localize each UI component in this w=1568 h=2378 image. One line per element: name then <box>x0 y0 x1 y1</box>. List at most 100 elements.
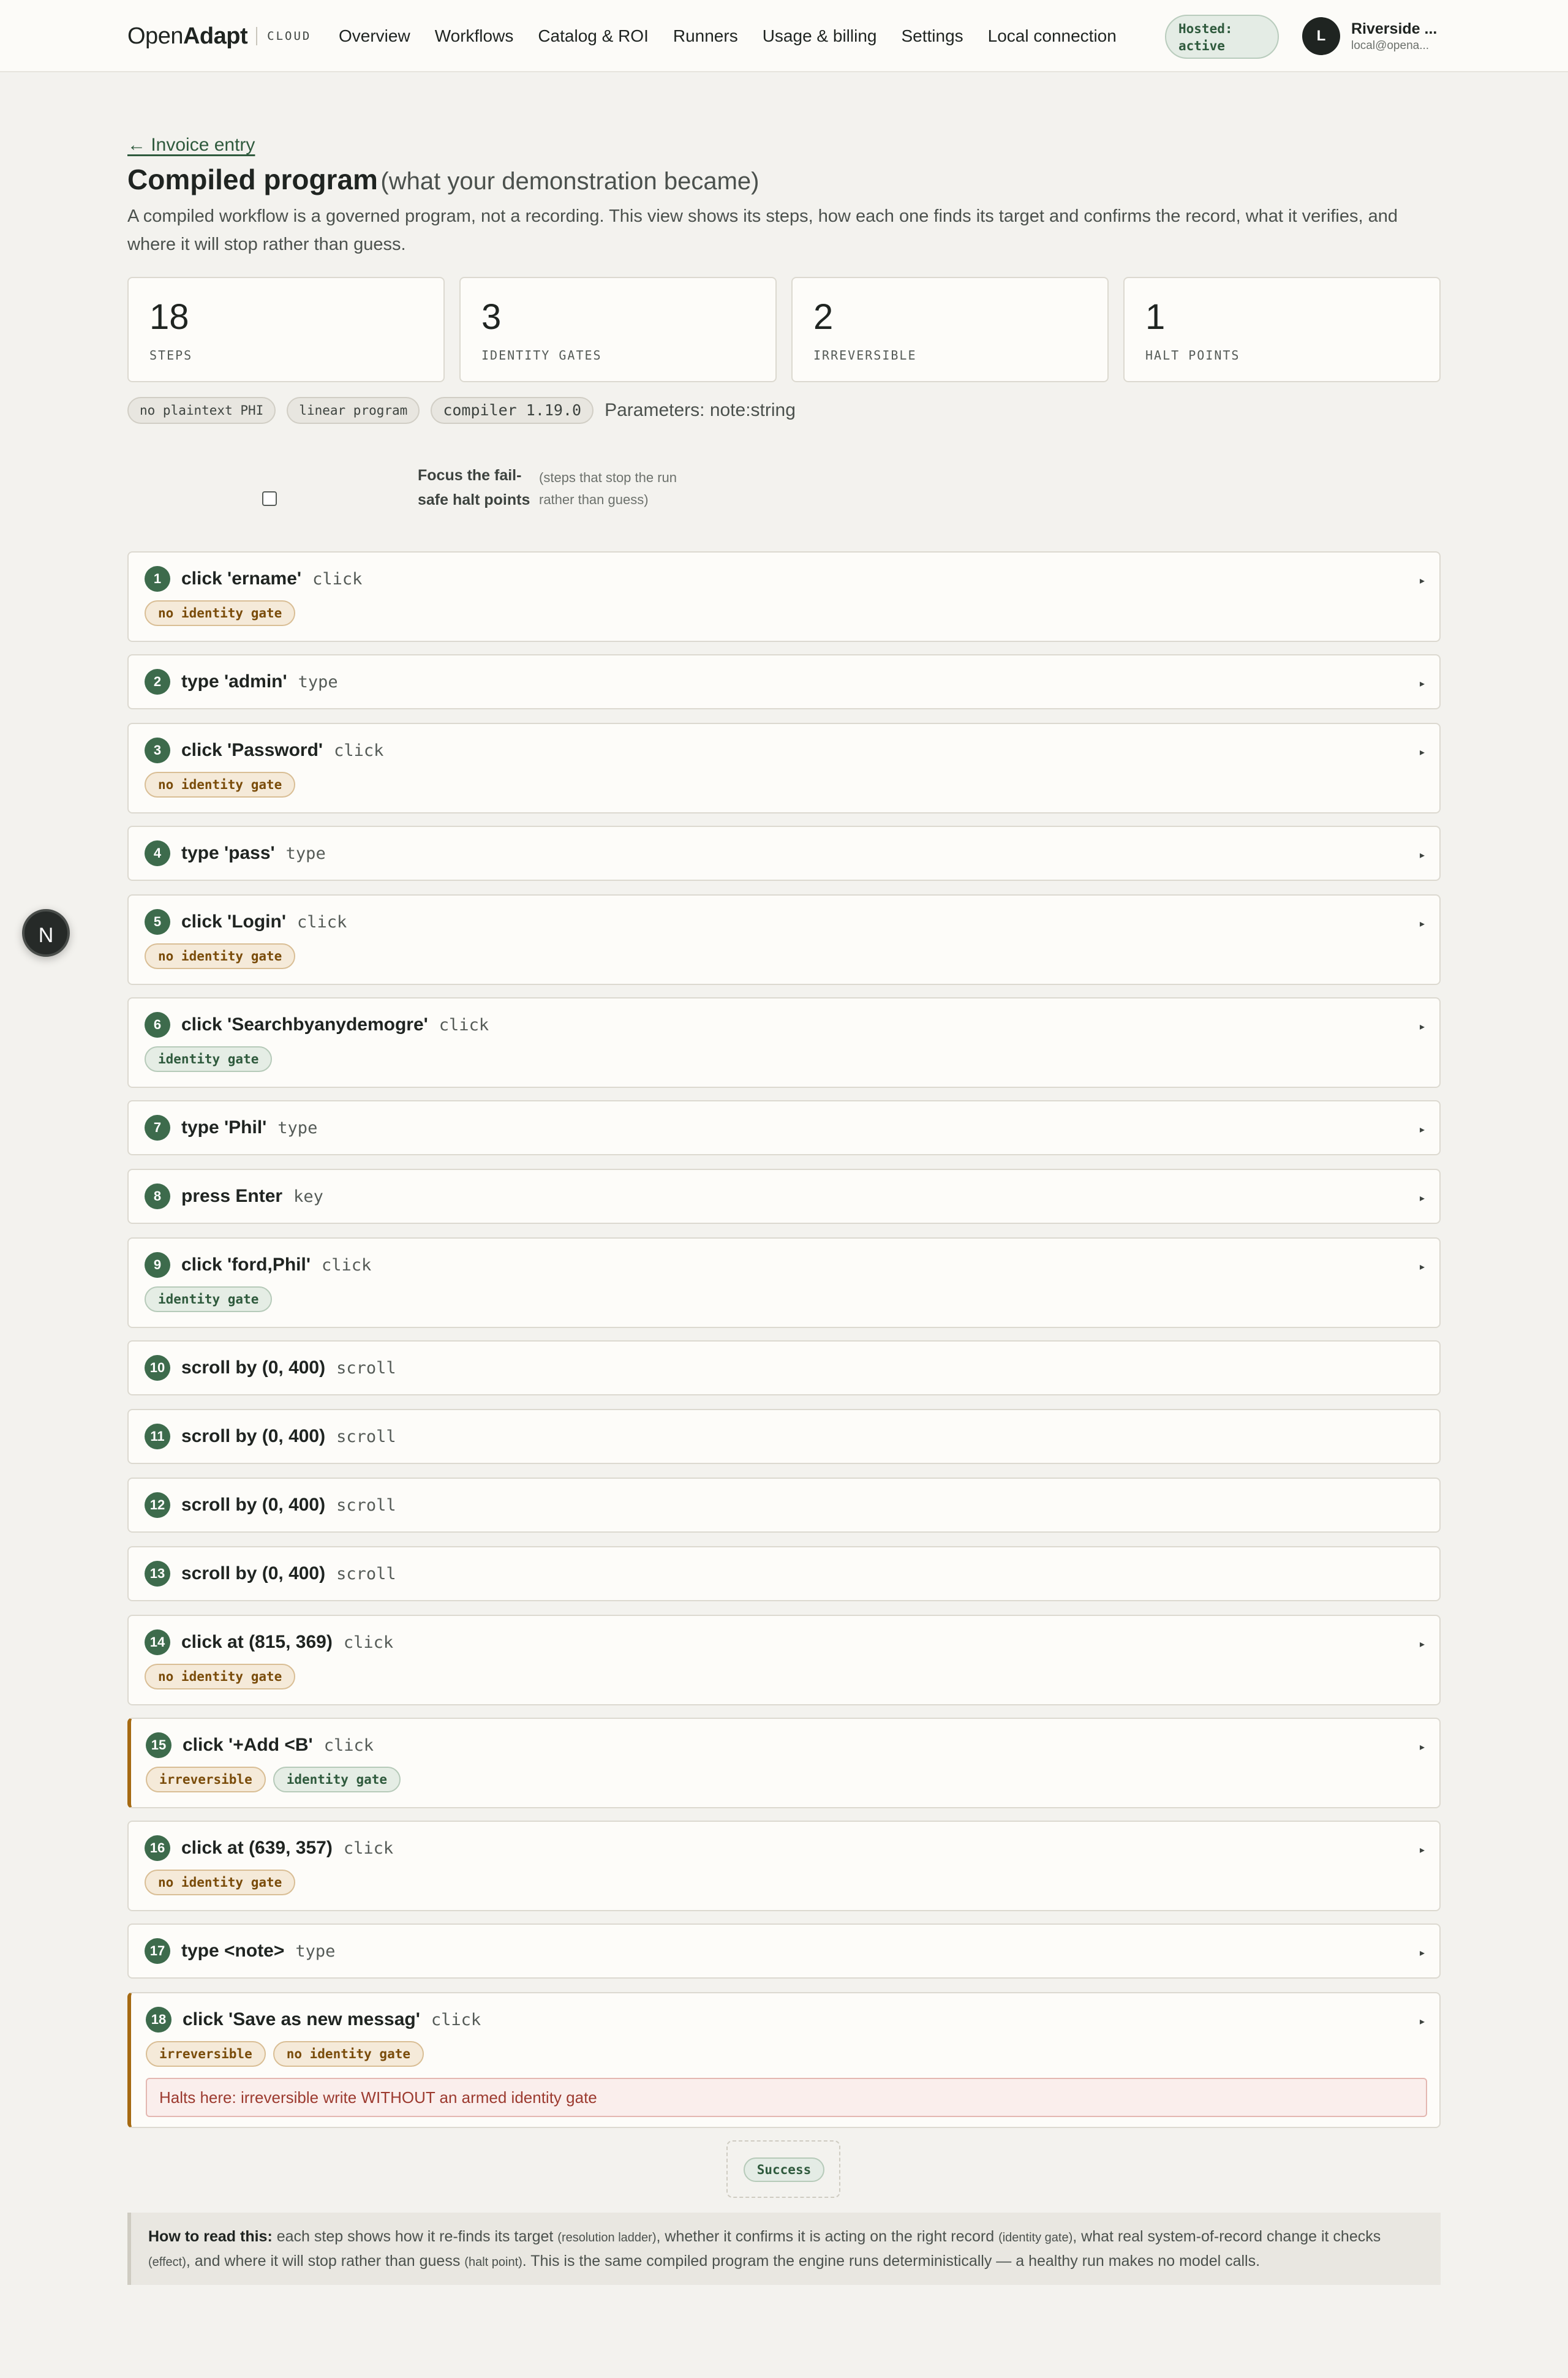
step-card-13[interactable]: 13 scroll by (0, 400) scroll <box>127 1546 1441 1601</box>
how-term: (identity gate) <box>998 2231 1073 2244</box>
expand-chevron-icon[interactable]: ▸ <box>1420 849 1425 861</box>
stat-label: IDENTITY GATES <box>481 348 602 363</box>
expand-chevron-icon[interactable]: ▸ <box>1420 2015 1425 2028</box>
step-card-11[interactable]: 11 scroll by (0, 400) scroll <box>127 1409 1441 1464</box>
nav-catalog-roi[interactable]: Catalog & ROI <box>538 25 649 48</box>
expand-chevron-icon[interactable]: ▸ <box>1420 1638 1425 1650</box>
step-card-18[interactable]: 18 click 'Save as new messag' click ▸ irreve… <box>127 1992 1441 2128</box>
step-header: 11 scroll by (0, 400) scroll <box>145 1424 396 1449</box>
expand-chevron-icon[interactable]: ▸ <box>1420 1844 1425 1856</box>
expand-chevron-icon[interactable]: ▸ <box>1420 575 1425 587</box>
main-nav: Overview Workflows Catalog & ROI Runners… <box>339 25 1141 48</box>
expand-chevron-icon[interactable]: ▸ <box>1420 678 1425 690</box>
step-card-1[interactable]: 1 click 'ername' click ▸ no identity gate <box>127 551 1441 642</box>
step-header: 7 type 'Phil' type <box>145 1115 317 1141</box>
user-name[interactable]: Riverside ... <box>1351 20 1437 38</box>
step-header: 5 click 'Login' click <box>145 909 347 935</box>
step-kind: type <box>285 844 326 863</box>
step-card-6[interactable]: 6 click 'Searchbyanydemogre' click ▸ identit… <box>127 997 1441 1088</box>
step-card-5[interactable]: 5 click 'Login' click ▸ no identity gate <box>127 894 1441 985</box>
step-kind: key <box>293 1187 323 1206</box>
step-card-12[interactable]: 12 scroll by (0, 400) scroll <box>127 1478 1441 1533</box>
how-term: (effect) <box>148 2255 186 2269</box>
halt-warning: Halts here: irreversible write WITHOUT a… <box>146 2078 1427 2117</box>
step-number: 8 <box>145 1183 170 1209</box>
step-number: 1 <box>145 566 170 592</box>
step-kind: type <box>298 672 338 692</box>
step-card-3[interactable]: 3 click 'Password' click ▸ no identity gate <box>127 723 1441 813</box>
no-identity-gate-tag: no identity gate <box>145 1870 296 1895</box>
irreversible-tag: irreversible <box>146 1767 266 1792</box>
step-card-7[interactable]: 7 type 'Phil' type ▸ <box>127 1100 1441 1155</box>
step-number: 15 <box>146 1732 172 1758</box>
step-card-16[interactable]: 16 click at (639, 357) click ▸ no identity g… <box>127 1821 1441 1911</box>
step-title: press Enter <box>181 1186 283 1206</box>
page-subtitle: (what your demonstration became) <box>380 168 760 195</box>
step-card-8[interactable]: 8 press Enter key ▸ <box>127 1169 1441 1224</box>
floating-assistant-button[interactable]: N <box>22 909 70 957</box>
step-number: 7 <box>145 1115 170 1141</box>
nav-workflows[interactable]: Workflows <box>435 25 514 48</box>
expand-chevron-icon[interactable]: ▸ <box>1420 1021 1425 1033</box>
brand-tag: CLOUD <box>267 29 312 43</box>
expand-chevron-icon[interactable]: ▸ <box>1420 1192 1425 1204</box>
stat-value: 18 <box>149 297 189 337</box>
how-text: , and where it will stop rather than gue… <box>186 2252 465 2270</box>
step-number: 16 <box>145 1835 170 1861</box>
step-tags: identity gate <box>145 1046 273 1072</box>
step-card-14[interactable]: 14 click at (815, 369) click ▸ no identity g… <box>127 1615 1441 1705</box>
step-card-15[interactable]: 15 click '+Add <B' click ▸ irreversible ident… <box>127 1718 1441 1808</box>
step-header: 10 scroll by (0, 400) scroll <box>145 1355 396 1381</box>
step-card-9[interactable]: 9 click 'ford,Phil' click ▸ identity gate <box>127 1237 1441 1328</box>
nav-overview[interactable]: Overview <box>339 25 410 48</box>
step-card-17[interactable]: 17 type <note> type ▸ <box>127 1923 1441 1979</box>
top-nav: OpenAdapt CLOUD Overview Workflows Catal… <box>0 0 1568 72</box>
step-header: 4 type 'pass' type <box>145 840 326 866</box>
expand-chevron-icon[interactable]: ▸ <box>1420 918 1425 930</box>
step-title: click 'Password' <box>181 740 323 760</box>
back-link[interactable]: ← Invoice entry <box>127 135 255 156</box>
how-to-read-lead: How to read this: <box>148 2228 273 2245</box>
step-tags: no identity gate <box>145 943 296 969</box>
expand-chevron-icon[interactable]: ▸ <box>1420 1741 1425 1753</box>
step-header: 13 scroll by (0, 400) scroll <box>145 1561 396 1587</box>
focus-halt-points-hint: (steps that stop the run rather than gue… <box>539 470 677 507</box>
how-term: (resolution ladder) <box>557 2231 657 2244</box>
step-card-4[interactable]: 4 type 'pass' type ▸ <box>127 826 1441 881</box>
step-card-10[interactable]: 10 scroll by (0, 400) scroll <box>127 1340 1441 1395</box>
step-kind: scroll <box>336 1358 396 1378</box>
step-number: 6 <box>145 1012 170 1038</box>
stat-label: STEPS <box>149 348 193 363</box>
nav-settings[interactable]: Settings <box>901 25 963 48</box>
nav-usage-billing[interactable]: Usage & billing <box>763 25 877 48</box>
expand-chevron-icon[interactable]: ▸ <box>1420 746 1425 758</box>
stat-value: 3 <box>481 297 502 337</box>
step-card-2[interactable]: 2 type 'admin' type ▸ <box>127 654 1441 709</box>
step-tags: no identity gate <box>145 1870 296 1895</box>
focus-halt-points-label[interactable]: Focus the fail-safe halt points <box>418 463 538 512</box>
brand-logo[interactable]: OpenAdapt CLOUD <box>127 21 311 51</box>
brand-name: OpenAdapt <box>127 23 248 49</box>
how-text: . This is the same compiled program the … <box>522 2252 1261 2270</box>
identity-gate-tag: identity gate <box>273 1767 401 1792</box>
step-header: 17 type <note> type <box>145 1938 335 1964</box>
step-number: 14 <box>145 1629 170 1655</box>
step-number: 3 <box>145 738 170 763</box>
nav-runners[interactable]: Runners <box>673 25 738 48</box>
identity-gate-tag: identity gate <box>145 1046 273 1072</box>
step-title: click 'ford,Phil' <box>181 1255 311 1275</box>
step-kind: click <box>312 569 363 589</box>
step-tags: no identity gate <box>145 772 296 798</box>
expand-chevron-icon[interactable]: ▸ <box>1420 1947 1425 1959</box>
expand-chevron-icon[interactable]: ▸ <box>1420 1123 1425 1136</box>
user-avatar[interactable]: L <box>1302 17 1340 55</box>
nav-local-connection[interactable]: Local connection <box>988 25 1117 48</box>
step-header: 12 scroll by (0, 400) scroll <box>145 1492 396 1518</box>
step-tags: irreversible no identity gate <box>146 2041 424 2067</box>
expand-chevron-icon[interactable]: ▸ <box>1420 1261 1425 1273</box>
focus-halt-points-checkbox[interactable] <box>262 491 277 506</box>
success-badge: Success <box>744 2157 824 2182</box>
no-identity-gate-tag: no identity gate <box>145 600 296 626</box>
step-number: 18 <box>146 2007 172 2033</box>
identity-gate-tag: identity gate <box>145 1286 273 1312</box>
